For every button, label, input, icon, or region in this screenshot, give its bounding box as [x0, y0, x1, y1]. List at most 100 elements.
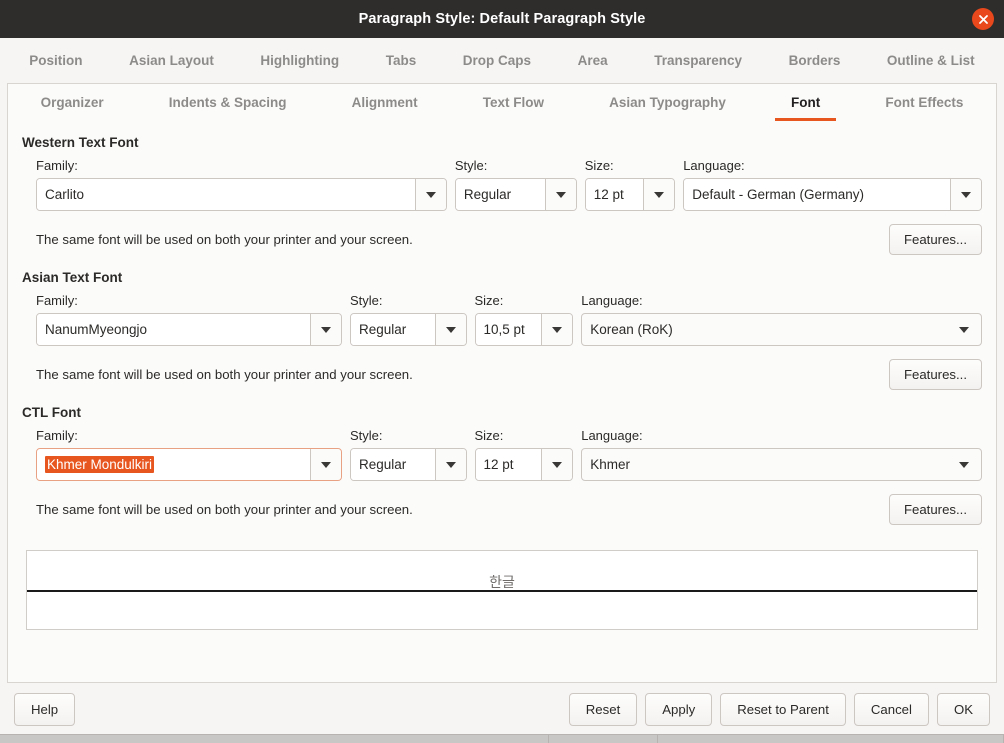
- chevron-down-icon[interactable]: [950, 179, 982, 210]
- font-settings-panel: Western Text Font Family: Carlito Style:…: [7, 121, 997, 683]
- tab-font[interactable]: Font: [758, 84, 852, 121]
- asian-family-value[interactable]: NanumMyeongjo: [37, 314, 311, 345]
- western-family-combobox[interactable]: Carlito: [36, 178, 447, 211]
- ctl-note-row: The same font will be used on both your …: [22, 492, 982, 526]
- ctl-language-value[interactable]: Khmer: [582, 449, 947, 480]
- tab-asian-layout[interactable]: Asian Layout: [106, 53, 237, 68]
- western-size-combobox[interactable]: 12 pt: [584, 178, 676, 211]
- asian-family-label: Family:: [36, 293, 78, 308]
- close-icon[interactable]: [972, 8, 994, 30]
- western-style-combobox[interactable]: Regular: [454, 178, 577, 211]
- reset-button[interactable]: Reset: [568, 692, 638, 726]
- chevron-down-icon[interactable]: [434, 449, 466, 480]
- tab-font-effects[interactable]: Font Effects: [853, 84, 996, 121]
- ctl-style-value[interactable]: Regular: [351, 449, 435, 480]
- ctl-size-field: Size: 12 pt: [474, 428, 574, 481]
- tab-outline-list[interactable]: Outline & List: [864, 53, 998, 68]
- tab-organizer[interactable]: Organizer: [8, 84, 136, 121]
- asian-family-combobox[interactable]: NanumMyeongjo: [36, 313, 343, 346]
- ctl-style-field: Style: Regular: [350, 428, 467, 481]
- asian-size-label: Size:: [474, 293, 504, 308]
- western-family-value[interactable]: Carlito: [37, 179, 415, 210]
- ctl-language-combobox[interactable]: Khmer: [581, 448, 982, 481]
- chevron-down-icon[interactable]: [947, 314, 981, 345]
- apply-button[interactable]: Apply: [645, 692, 713, 726]
- asian-size-combobox[interactable]: 10,5 pt: [474, 313, 574, 346]
- tab-row-primary: Position Asian Layout Highlighting Tabs …: [0, 38, 1004, 83]
- ctl-family-value[interactable]: Khmer Mondulkiri: [45, 456, 155, 473]
- ctl-language-label: Language:: [581, 428, 643, 443]
- asian-features-button[interactable]: Features...: [888, 358, 982, 390]
- cancel-button[interactable]: Cancel: [853, 692, 929, 726]
- western-size-value[interactable]: 12 pt: [585, 179, 644, 210]
- asian-section-title: Asian Text Font: [22, 270, 123, 285]
- ctl-size-combobox[interactable]: 12 pt: [474, 448, 574, 481]
- dialog-title: Paragraph Style: Default Paragraph Style: [358, 11, 646, 27]
- chevron-down-icon[interactable]: [544, 179, 576, 210]
- ctl-family-combobox[interactable]: Khmer Mondulkiri: [36, 448, 343, 481]
- western-note-row: The same font will be used on both your …: [22, 222, 982, 256]
- tab-position[interactable]: Position: [6, 53, 106, 68]
- tab-highlighting[interactable]: Highlighting: [237, 53, 362, 68]
- western-note: The same font will be used on both your …: [36, 231, 413, 247]
- tab-text-flow[interactable]: Text Flow: [450, 84, 576, 121]
- desktop-background-strip: [0, 734, 1004, 743]
- asian-language-value[interactable]: Korean (RoK): [582, 314, 947, 345]
- ok-button[interactable]: OK: [936, 692, 990, 726]
- western-features-button[interactable]: Features...: [888, 223, 982, 255]
- western-family-field: Family: Carlito: [36, 158, 447, 211]
- asian-style-label: Style:: [350, 293, 383, 308]
- tab-transparency[interactable]: Transparency: [631, 53, 765, 68]
- asian-style-combobox[interactable]: Regular: [350, 313, 467, 346]
- tab-area[interactable]: Area: [554, 53, 631, 68]
- tab-drop-caps[interactable]: Drop Caps: [440, 53, 555, 68]
- dialog-action-bar: Help Reset Apply Reset to Parent Cancel …: [0, 683, 1004, 735]
- tab-alignment[interactable]: Alignment: [319, 84, 450, 121]
- screen: Paragraph Style: Default Paragraph Style…: [0, 0, 1004, 743]
- chevron-down-icon[interactable]: [310, 449, 342, 480]
- western-language-field: Language: Default - German (Germany): [683, 158, 983, 211]
- asian-note-row: The same font will be used on both your …: [22, 357, 982, 391]
- western-fields-row: Family: Carlito Style: Regular Size: 12 …: [22, 158, 983, 211]
- western-style-label: Style:: [454, 158, 488, 173]
- western-style-value[interactable]: Regular: [455, 179, 545, 210]
- reset-to-parent-button[interactable]: Reset to Parent: [720, 692, 846, 726]
- tab-asian-typography[interactable]: Asian Typography: [577, 84, 759, 121]
- asian-language-combobox[interactable]: Korean (RoK): [581, 313, 982, 346]
- chevron-down-icon[interactable]: [434, 314, 466, 345]
- ctl-features-button[interactable]: Features...: [888, 493, 982, 525]
- font-preview-text: 한글: [489, 574, 515, 590]
- asian-style-value[interactable]: Regular: [351, 314, 435, 345]
- ctl-family-field: Family: Khmer Mondulkiri: [36, 428, 343, 481]
- western-language-combobox[interactable]: Default - German (Germany): [683, 178, 983, 211]
- ctl-section-title: CTL Font: [22, 405, 81, 420]
- ctl-size-value[interactable]: 12 pt: [475, 449, 542, 480]
- chevron-down-icon[interactable]: [541, 449, 573, 480]
- western-family-label: Family:: [36, 158, 78, 173]
- chevron-down-icon[interactable]: [310, 314, 342, 345]
- tab-indents-spacing[interactable]: Indents & Spacing: [136, 84, 319, 121]
- western-size-field: Size: 12 pt: [584, 158, 676, 211]
- chevron-down-icon[interactable]: [947, 449, 981, 480]
- chevron-down-icon[interactable]: [541, 314, 573, 345]
- asian-size-value[interactable]: 10,5 pt: [475, 314, 542, 345]
- font-preview-baseline: [27, 590, 977, 592]
- asian-size-field: Size: 10,5 pt: [474, 293, 574, 346]
- asian-note: The same font will be used on both your …: [36, 366, 413, 382]
- help-button[interactable]: Help: [14, 692, 76, 726]
- western-language-value[interactable]: Default - German (Germany): [684, 179, 951, 210]
- western-section-title: Western Text Font: [22, 135, 139, 150]
- western-style-field: Style: Regular: [454, 158, 577, 211]
- ctl-style-label: Style:: [350, 428, 383, 443]
- tab-borders[interactable]: Borders: [765, 53, 863, 68]
- tab-tabs[interactable]: Tabs: [362, 53, 439, 68]
- ctl-size-label: Size:: [474, 428, 504, 443]
- asian-language-label: Language:: [581, 293, 643, 308]
- western-text-font-section: Western Text Font Family: Carlito Style:…: [22, 135, 983, 256]
- ctl-style-combobox[interactable]: Regular: [350, 448, 467, 481]
- ctl-note: The same font will be used on both your …: [36, 501, 413, 517]
- ctl-language-field: Language: Khmer: [581, 428, 982, 481]
- chevron-down-icon[interactable]: [643, 179, 675, 210]
- chevron-down-icon[interactable]: [414, 179, 446, 210]
- asian-fields-row: Family: NanumMyeongjo Style: Regular Siz…: [22, 293, 982, 346]
